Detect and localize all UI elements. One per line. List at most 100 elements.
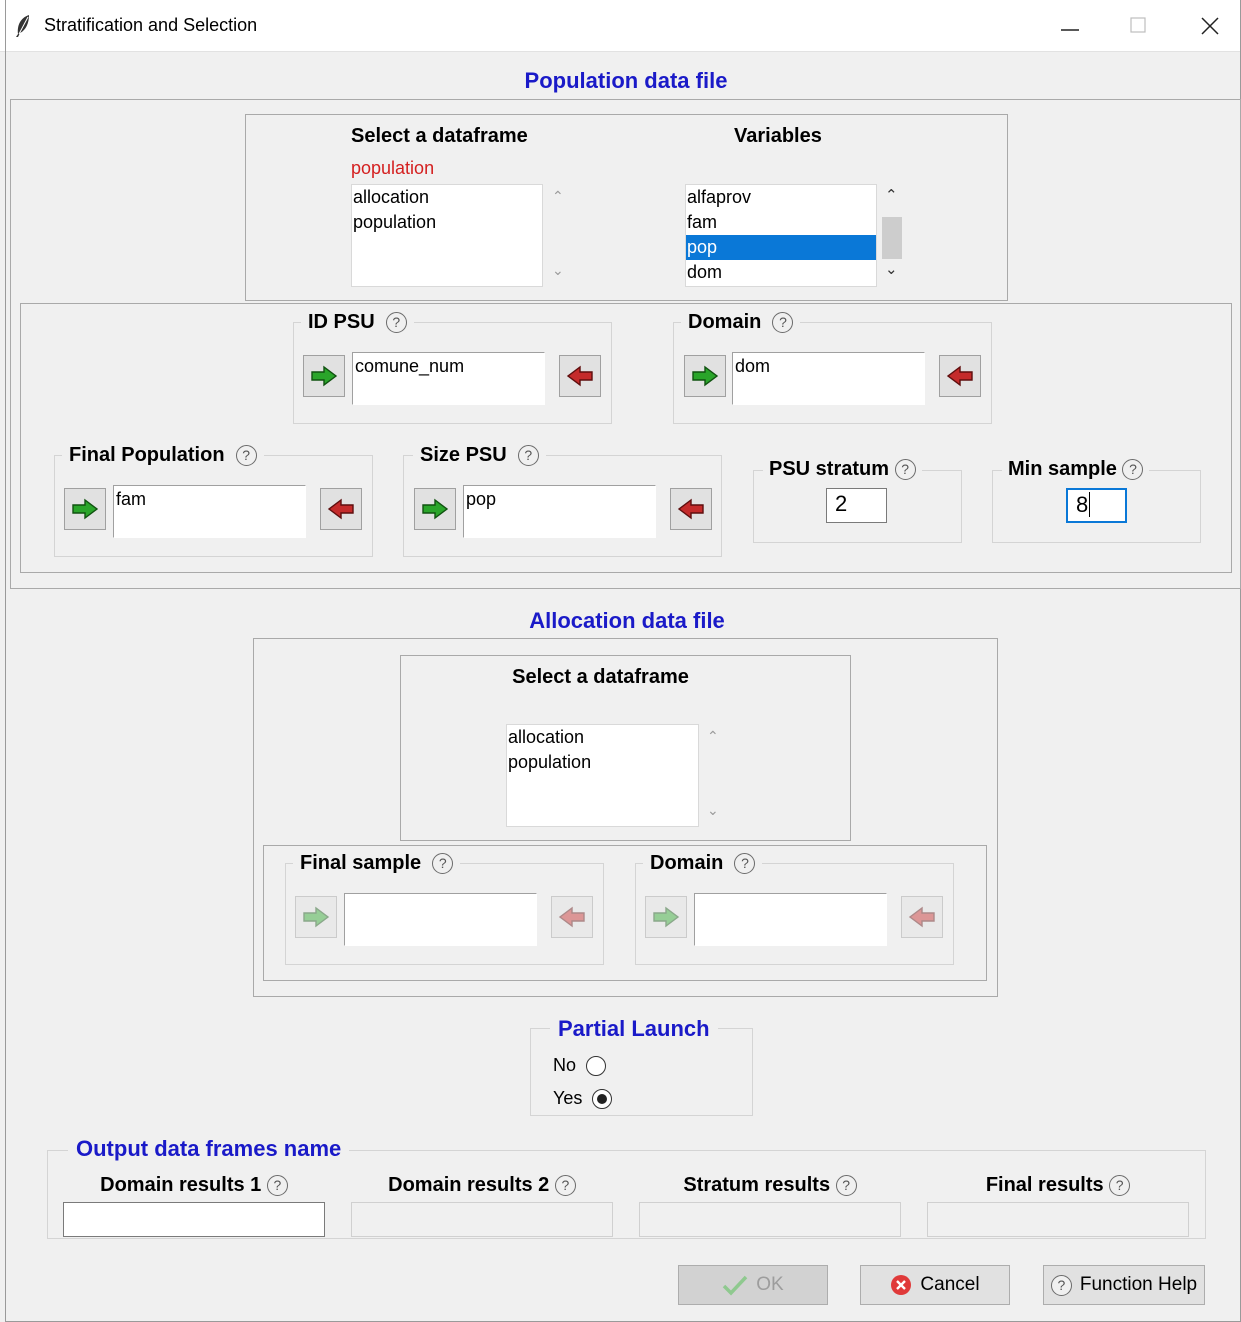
scroll-thumb[interactable] bbox=[882, 217, 902, 259]
list-item[interactable]: dom bbox=[686, 260, 876, 285]
help-icon[interactable]: ? bbox=[835, 1175, 857, 1197]
final-population-add-button[interactable] bbox=[64, 488, 106, 530]
help-icon[interactable]: ? bbox=[772, 312, 794, 334]
allocation-domain-add-button[interactable] bbox=[645, 896, 687, 938]
chevron-up-icon[interactable]: ⌃ bbox=[885, 186, 898, 204]
cancel-label: Cancel bbox=[920, 1274, 980, 1295]
id-psu-label: ID PSU ? bbox=[301, 311, 414, 334]
radio-no-label: No bbox=[553, 1055, 577, 1075]
help-icon[interactable]: ? bbox=[266, 1175, 288, 1197]
id-psu-remove-button[interactable] bbox=[559, 355, 601, 397]
chevron-down-icon[interactable]: ⌄ bbox=[707, 802, 719, 819]
id-psu-add-button[interactable] bbox=[303, 355, 345, 397]
final-population-field[interactable]: fam bbox=[113, 485, 306, 538]
population-selected-dataframe: population bbox=[351, 158, 435, 178]
list-item[interactable]: population bbox=[507, 750, 698, 775]
domain-results-1-input[interactable] bbox=[63, 1202, 325, 1237]
list-item[interactable]: fam bbox=[686, 210, 876, 235]
help-icon[interactable]: ? bbox=[554, 1175, 576, 1197]
help-icon[interactable]: ? bbox=[385, 312, 407, 334]
final-sample-label: Final sample ? bbox=[293, 852, 461, 875]
chevron-down-icon[interactable]: ⌄ bbox=[552, 262, 564, 279]
radio-yes[interactable]: Yes bbox=[553, 1088, 613, 1110]
list-item-selected[interactable]: pop bbox=[686, 235, 876, 260]
list-item[interactable]: allocation bbox=[352, 185, 542, 210]
domain-label: Domain ? bbox=[681, 311, 801, 334]
green-right-arrow-icon bbox=[303, 906, 330, 928]
help-icon[interactable]: ? bbox=[517, 445, 539, 467]
help-icon: ? bbox=[1050, 1274, 1072, 1296]
help-icon[interactable]: ? bbox=[894, 459, 916, 481]
red-left-arrow-icon bbox=[558, 906, 585, 928]
final-sample-field[interactable] bbox=[344, 893, 537, 946]
green-right-arrow-icon bbox=[692, 365, 719, 387]
size-psu-remove-button[interactable] bbox=[670, 488, 712, 530]
domain-field[interactable]: dom bbox=[732, 352, 925, 405]
psu-stratum-label: PSU stratum ? bbox=[763, 458, 922, 481]
population-dataframe-scrollbar[interactable]: ⌃ ⌄ bbox=[549, 184, 567, 287]
population-section-title: Population data file bbox=[524, 68, 728, 93]
final-population-label: Final Population ? bbox=[62, 444, 264, 467]
radio-no-button[interactable] bbox=[586, 1056, 607, 1077]
domain-remove-button[interactable] bbox=[939, 355, 981, 397]
stratum-results-label: Stratum results ? bbox=[639, 1174, 901, 1197]
red-left-arrow-icon bbox=[908, 906, 935, 928]
allocation-domain-remove-button[interactable] bbox=[901, 896, 943, 938]
help-icon[interactable]: ? bbox=[235, 445, 257, 467]
allocation-dataframe-list[interactable]: allocation population bbox=[506, 724, 699, 827]
radio-yes-label: Yes bbox=[553, 1088, 583, 1108]
green-right-arrow-icon bbox=[653, 906, 680, 928]
green-right-arrow-icon bbox=[72, 498, 99, 520]
radio-no[interactable]: No bbox=[553, 1055, 607, 1077]
psu-stratum-input[interactable]: 2 bbox=[826, 488, 887, 523]
allocation-domain-label: Domain ? bbox=[643, 852, 763, 875]
size-psu-add-button[interactable] bbox=[414, 488, 456, 530]
chevron-up-icon[interactable]: ⌃ bbox=[552, 188, 564, 205]
help-icon[interactable]: ? bbox=[1122, 459, 1144, 481]
green-right-arrow-icon bbox=[422, 498, 449, 520]
min-sample-label: Min sample ? bbox=[1002, 458, 1150, 481]
stratum-results-input[interactable] bbox=[639, 1202, 901, 1237]
radio-yes-button[interactable] bbox=[592, 1089, 613, 1110]
domain-results-1-label: Domain results 1 ? bbox=[63, 1174, 325, 1197]
min-sample-input[interactable]: 8 bbox=[1066, 488, 1127, 523]
chevron-down-icon[interactable]: ⌄ bbox=[885, 260, 898, 278]
chevron-up-icon[interactable]: ⌃ bbox=[707, 728, 719, 745]
red-left-arrow-icon bbox=[566, 365, 593, 387]
cancel-button[interactable]: Cancel bbox=[860, 1265, 1010, 1305]
ok-label: OK bbox=[756, 1274, 784, 1295]
variables-scrollbar[interactable]: ⌃ ⌄ bbox=[880, 184, 904, 287]
allocation-dataframe-scrollbar[interactable]: ⌃ ⌄ bbox=[704, 724, 722, 827]
id-psu-field[interactable]: comune_num bbox=[352, 352, 545, 405]
list-item[interactable]: alfaprov bbox=[686, 185, 876, 210]
allocation-select-dataframe-label: Select a dataframe bbox=[512, 666, 689, 688]
final-population-remove-button[interactable] bbox=[320, 488, 362, 530]
list-item[interactable]: population bbox=[352, 210, 542, 235]
final-results-label: Final results ? bbox=[927, 1174, 1189, 1197]
allocation-section-title: Allocation data file bbox=[529, 608, 725, 633]
allocation-domain-field[interactable] bbox=[694, 893, 887, 946]
help-icon[interactable]: ? bbox=[432, 853, 454, 875]
domain-results-2-label: Domain results 2 ? bbox=[351, 1174, 613, 1197]
output-title: Output data frames name bbox=[68, 1136, 350, 1162]
function-help-button[interactable]: ? Function Help bbox=[1043, 1265, 1205, 1305]
domain-add-button[interactable] bbox=[684, 355, 726, 397]
final-sample-remove-button[interactable] bbox=[551, 896, 593, 938]
red-left-arrow-icon bbox=[327, 498, 354, 520]
list-item[interactable]: allocation bbox=[507, 725, 698, 750]
population-select-dataframe-label: Select a dataframe bbox=[351, 125, 528, 147]
final-sample-add-button[interactable] bbox=[295, 896, 337, 938]
help-icon[interactable]: ? bbox=[1109, 1175, 1131, 1197]
variables-list[interactable]: alfaprov fam pop dom bbox=[685, 184, 877, 287]
green-right-arrow-icon bbox=[311, 365, 338, 387]
variables-label: Variables bbox=[734, 125, 822, 147]
partial-launch-title: Partial Launch bbox=[550, 1016, 718, 1042]
population-dataframe-list[interactable]: allocation population bbox=[351, 184, 543, 287]
final-results-input[interactable] bbox=[927, 1202, 1189, 1237]
size-psu-field[interactable]: pop bbox=[463, 485, 656, 538]
ok-button[interactable]: OK bbox=[678, 1265, 828, 1305]
help-icon[interactable]: ? bbox=[734, 853, 756, 875]
domain-results-2-input[interactable] bbox=[351, 1202, 613, 1237]
text-cursor bbox=[1089, 492, 1091, 517]
cancel-icon bbox=[891, 1275, 912, 1295]
